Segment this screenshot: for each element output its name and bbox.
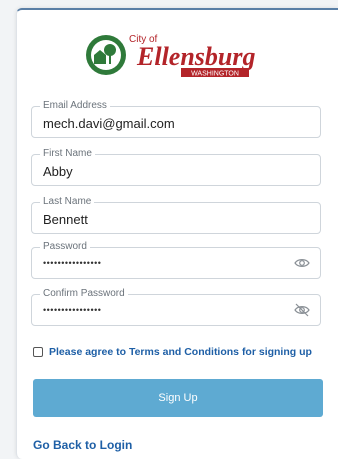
password-label: Password <box>40 241 90 253</box>
signup-card: City of Ellensburg WASHINGTON Email Addr… <box>16 8 338 459</box>
first-name-value[interactable]: Abby <box>43 164 73 179</box>
last-name-field[interactable]: Last Name Bennett <box>31 196 321 234</box>
eye-off-icon[interactable] <box>294 303 310 317</box>
confirm-password-value[interactable]: •••••••••••••••• <box>43 303 101 318</box>
first-name-field[interactable]: First Name Abby <box>31 148 321 186</box>
email-value[interactable]: mech.davi@gmail.com <box>43 116 175 131</box>
logo-name: Ellensburg <box>136 42 256 71</box>
confirm-password-field[interactable]: Confirm Password •••••••••••••••• <box>31 288 321 326</box>
last-name-value[interactable]: Bennett <box>43 212 88 227</box>
password-field[interactable]: Password •••••••••••••••• <box>31 241 321 279</box>
first-name-label: First Name <box>40 148 95 160</box>
city-logo: City of Ellensburg WASHINGTON <box>85 28 275 80</box>
email-field[interactable]: Email Address mech.davi@gmail.com <box>31 100 321 138</box>
logo-state: WASHINGTON <box>191 71 239 78</box>
confirm-password-label: Confirm Password <box>40 288 128 300</box>
terms-checkbox[interactable] <box>33 347 43 357</box>
back-to-login-link[interactable]: Go Back to Login <box>33 438 132 452</box>
terms-link[interactable]: Please agree to Terms and Conditions for… <box>49 346 312 358</box>
terms-agreement: Please agree to Terms and Conditions for… <box>33 345 312 359</box>
sign-up-button[interactable]: Sign Up <box>33 379 323 417</box>
ellensburg-logo-graphic: City of Ellensburg WASHINGTON <box>86 34 256 78</box>
last-name-label: Last Name <box>40 196 95 208</box>
email-label: Email Address <box>40 100 110 112</box>
password-value[interactable]: •••••••••••••••• <box>43 256 101 271</box>
eye-icon[interactable] <box>294 256 310 270</box>
